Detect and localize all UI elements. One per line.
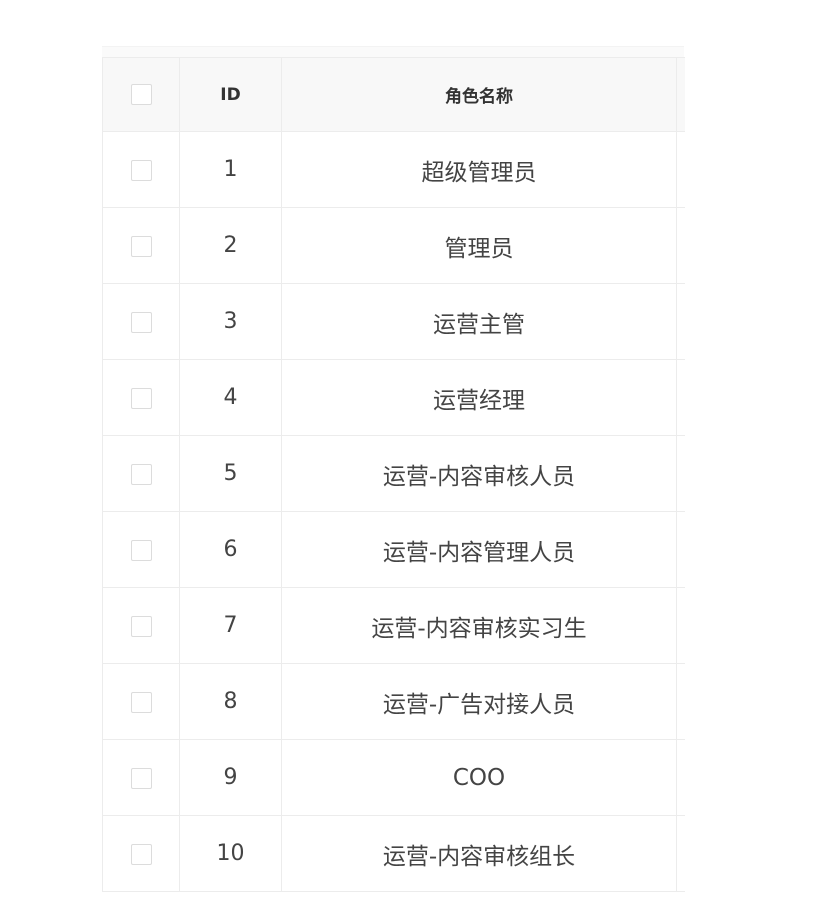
- row-id: 4: [179, 359, 282, 436]
- row-role-name: 运营-内容审核组长: [281, 815, 677, 892]
- table-row[interactable]: 4 运营经理: [102, 359, 685, 436]
- row-id: 9: [179, 739, 282, 816]
- row-role-name: 运营主管: [281, 283, 677, 360]
- table-row[interactable]: 9 COO: [102, 739, 685, 816]
- row-overflow-cell: [676, 815, 685, 892]
- row-select-cell: [102, 359, 180, 436]
- roles-table-container: ID 角色名称 1 超级管理员 2 管理员 3 运营主管 4 运营经理 5 运营…: [102, 46, 685, 892]
- row-overflow-cell: [676, 587, 685, 664]
- table-row[interactable]: 8 运营-广告对接人员: [102, 663, 685, 740]
- table-row[interactable]: 7 运营-内容审核实习生: [102, 587, 685, 664]
- row-select-cell: [102, 739, 180, 816]
- row-overflow-cell: [676, 359, 685, 436]
- select-all-checkbox[interactable]: [130, 84, 152, 105]
- table-row[interactable]: 10 运营-内容审核组长: [102, 815, 685, 892]
- row-role-name: 运营-内容管理人员: [281, 511, 677, 588]
- row-checkbox[interactable]: [130, 691, 152, 713]
- row-overflow-cell: [676, 435, 685, 512]
- row-role-name: 运营-内容审核实习生: [281, 587, 677, 664]
- row-role-name: 管理员: [281, 207, 677, 284]
- row-select-cell: [102, 207, 180, 284]
- row-select-cell: [102, 131, 180, 208]
- table-row[interactable]: 6 运营-内容管理人员: [102, 511, 685, 588]
- row-id: 10: [179, 815, 282, 892]
- row-select-cell: [102, 663, 180, 740]
- row-overflow-cell: [676, 663, 685, 740]
- header-select-all: [102, 57, 180, 132]
- row-checkbox[interactable]: [130, 843, 152, 865]
- header-overflow: [676, 57, 685, 132]
- row-id: 5: [179, 435, 282, 512]
- header-id[interactable]: ID: [179, 57, 282, 132]
- header-role-name[interactable]: 角色名称: [281, 57, 677, 132]
- row-select-cell: [102, 815, 180, 892]
- row-select-cell: [102, 587, 180, 664]
- row-id: 7: [179, 587, 282, 664]
- row-checkbox[interactable]: [130, 615, 152, 637]
- row-role-name: 运营-内容审核人员: [281, 435, 677, 512]
- row-checkbox[interactable]: [130, 387, 152, 409]
- table-row[interactable]: 1 超级管理员: [102, 131, 685, 208]
- row-id: 8: [179, 663, 282, 740]
- row-checkbox[interactable]: [130, 539, 152, 561]
- row-checkbox[interactable]: [130, 235, 152, 257]
- row-checkbox[interactable]: [130, 311, 152, 333]
- row-checkbox[interactable]: [130, 463, 152, 485]
- row-overflow-cell: [676, 131, 685, 208]
- table-row[interactable]: 3 运营主管: [102, 283, 685, 360]
- row-role-name: COO: [281, 739, 677, 816]
- row-id: 6: [179, 511, 282, 588]
- row-select-cell: [102, 283, 180, 360]
- row-role-name: 超级管理员: [281, 131, 677, 208]
- table-row[interactable]: 2 管理员: [102, 207, 685, 284]
- row-role-name: 运营经理: [281, 359, 677, 436]
- row-overflow-cell: [676, 283, 685, 360]
- row-select-cell: [102, 511, 180, 588]
- row-id: 1: [179, 131, 282, 208]
- row-checkbox[interactable]: [130, 767, 152, 789]
- table-row[interactable]: 5 运营-内容审核人员: [102, 435, 685, 512]
- row-checkbox[interactable]: [130, 159, 152, 181]
- row-overflow-cell: [676, 739, 685, 816]
- roles-table: ID 角色名称 1 超级管理员 2 管理员 3 运营主管 4 运营经理 5 运营…: [102, 57, 685, 892]
- row-role-name: 运营-广告对接人员: [281, 663, 677, 740]
- table-top-strip: [102, 46, 684, 57]
- row-overflow-cell: [676, 207, 685, 284]
- row-id: 3: [179, 283, 282, 360]
- row-select-cell: [102, 435, 180, 512]
- table-header-row: ID 角色名称: [102, 57, 685, 132]
- row-overflow-cell: [676, 511, 685, 588]
- row-id: 2: [179, 207, 282, 284]
